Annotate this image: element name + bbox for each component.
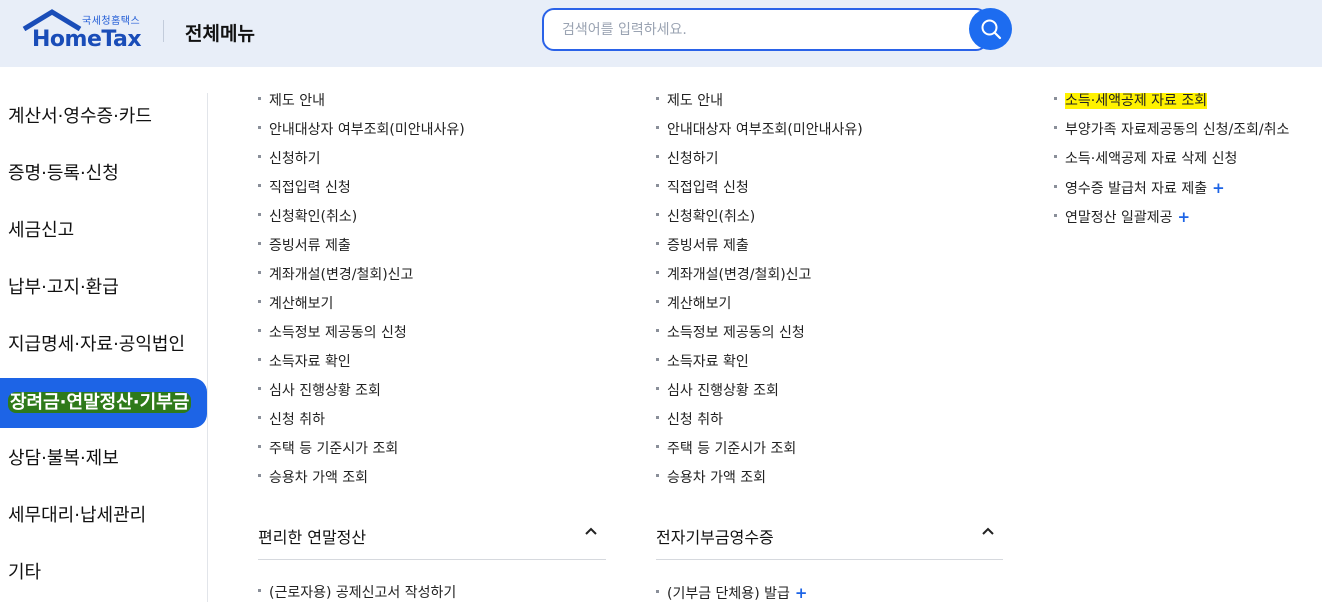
menu-link[interactable]: 제도 안내 (656, 87, 723, 116)
menu-link[interactable]: 안내대상자 여부조회(미안내사유) (258, 116, 465, 145)
menu-link[interactable]: 신청 취하 (258, 406, 325, 435)
left-nav-item-tax-filing[interactable]: 세금신고 (0, 206, 207, 256)
logo-subtitle: 국세청홈택스 (82, 16, 141, 27)
menu-link[interactable]: 신청확인(취소) (656, 203, 755, 232)
left-nav-item-statements[interactable]: 지급명세·자료·공익법인 (0, 320, 207, 370)
menu-link[interactable]: 소득정보 제공동의 신청 (258, 319, 407, 348)
search-icon (981, 19, 1002, 40)
menu-link[interactable]: 소득·세액공제 자료 조회 (1054, 87, 1208, 116)
menu-link[interactable]: 승용차 가액 조회 (656, 464, 766, 493)
search-box[interactable] (542, 8, 988, 51)
header-divider (163, 20, 164, 42)
section-title: 전자기부금영수증 (656, 528, 774, 547)
menu-link[interactable]: 안내대상자 여부조회(미안내사유) (656, 116, 863, 145)
left-nav-label: 계산서·영수증·카드 (8, 106, 152, 127)
left-nav-label: 상담·불복·제보 (8, 448, 119, 469)
menu-link[interactable]: 승용차 가액 조회 (258, 464, 368, 493)
menu-link[interactable]: 영수증 발급처 자료 제출 + (1054, 174, 1225, 203)
menu-link[interactable]: 주택 등 기준시가 조회 (258, 435, 398, 464)
menu-link[interactable]: 소득자료 확인 (258, 348, 351, 377)
left-nav-label: 세금신고 (8, 220, 75, 241)
menu-link[interactable]: 신청확인(취소) (258, 203, 357, 232)
left-nav-item-etc[interactable]: 기타 (0, 548, 207, 598)
menu-link[interactable]: 소득·세액공제 자료 삭제 신청 (1054, 145, 1237, 174)
search-input[interactable] (562, 20, 962, 40)
left-nav-label: 납부·고지·환급 (8, 277, 119, 298)
menu-link[interactable]: 신청 취하 (656, 406, 723, 435)
left-nav-label: 기타 (8, 562, 42, 583)
page-title: 전체메뉴 (185, 23, 255, 45)
left-nav-label: 세무대리·납세관리 (8, 505, 147, 526)
header-bar: 국세청홈택스 HomeTax 전체메뉴 (0, 0, 1322, 67)
menu-link[interactable]: 제도 안내 (258, 87, 325, 116)
section-divider (656, 559, 1003, 560)
menu-link[interactable]: 연말정산 일괄제공 + (1054, 203, 1190, 232)
left-nav-item-invoices[interactable]: 계산서·영수증·카드 (0, 92, 207, 142)
left-nav-label: 증명·등록·신청 (8, 163, 119, 184)
menu-link[interactable]: 계산해보기 (656, 290, 731, 319)
chevron-up-icon[interactable] (583, 523, 599, 539)
menu-link[interactable]: 증빙서류 제출 (258, 232, 351, 261)
left-nav-item-consultation[interactable]: 상담·불복·제보 (0, 434, 207, 484)
section-title: 편리한 연말정산 (258, 528, 367, 547)
menu-link[interactable]: 계산해보기 (258, 290, 333, 319)
menu-link[interactable]: 증빙서류 제출 (656, 232, 749, 261)
menu-link[interactable]: 직접입력 신청 (258, 174, 351, 203)
chevron-up-icon[interactable] (980, 523, 996, 539)
menu-link[interactable]: 계좌개설(변경/철회)신고 (656, 261, 811, 290)
section-divider (258, 559, 606, 560)
menu-link[interactable]: 신청하기 (656, 145, 719, 174)
menu-link[interactable]: 소득자료 확인 (656, 348, 749, 377)
menu-link[interactable]: (기부금 단체용) 발급 + (656, 579, 807, 608)
nav-divider (207, 93, 208, 602)
menu-link[interactable]: (근로자용) 공제신고서 작성하기 (258, 579, 456, 608)
search-button[interactable] (969, 8, 1012, 50)
menu-link[interactable]: 계좌개설(변경/철회)신고 (258, 261, 413, 290)
section-header[interactable]: 전자기부금영수증 (656, 515, 1003, 565)
menu-link[interactable]: 부양가족 자료제공동의 신청/조회/취소 (1054, 116, 1289, 145)
section-header[interactable]: 편리한 연말정산 (258, 515, 606, 565)
left-nav-label: 장려금·연말정산·기부금 (8, 392, 192, 413)
left-nav-item-tax-agent[interactable]: 세무대리·납세관리 (0, 491, 207, 541)
left-nav-item-payment[interactable]: 납부·고지·환급 (0, 263, 207, 313)
plus-icon[interactable]: + (795, 584, 808, 602)
logo-text: HomeTax (32, 27, 142, 52)
left-nav-label: 지급명세·자료·공익법인 (8, 334, 186, 355)
menu-link[interactable]: 심사 진행상황 조회 (258, 377, 381, 406)
left-nav-item-certificates[interactable]: 증명·등록·신청 (0, 149, 207, 199)
menu-link[interactable]: 소득정보 제공동의 신청 (656, 319, 805, 348)
menu-link[interactable]: 직접입력 신청 (656, 174, 749, 203)
hometax-logo[interactable]: 국세청홈택스 HomeTax (22, 9, 142, 52)
plus-icon[interactable]: + (1212, 179, 1225, 197)
menu-link[interactable]: 주택 등 기준시가 조회 (656, 435, 796, 464)
menu-link[interactable]: 심사 진행상황 조회 (656, 377, 779, 406)
plus-icon[interactable]: + (1178, 208, 1191, 226)
left-nav-item-year-end-settlement[interactable]: 장려금·연말정산·기부금 (0, 378, 207, 428)
menu-link[interactable]: 신청하기 (258, 145, 321, 174)
